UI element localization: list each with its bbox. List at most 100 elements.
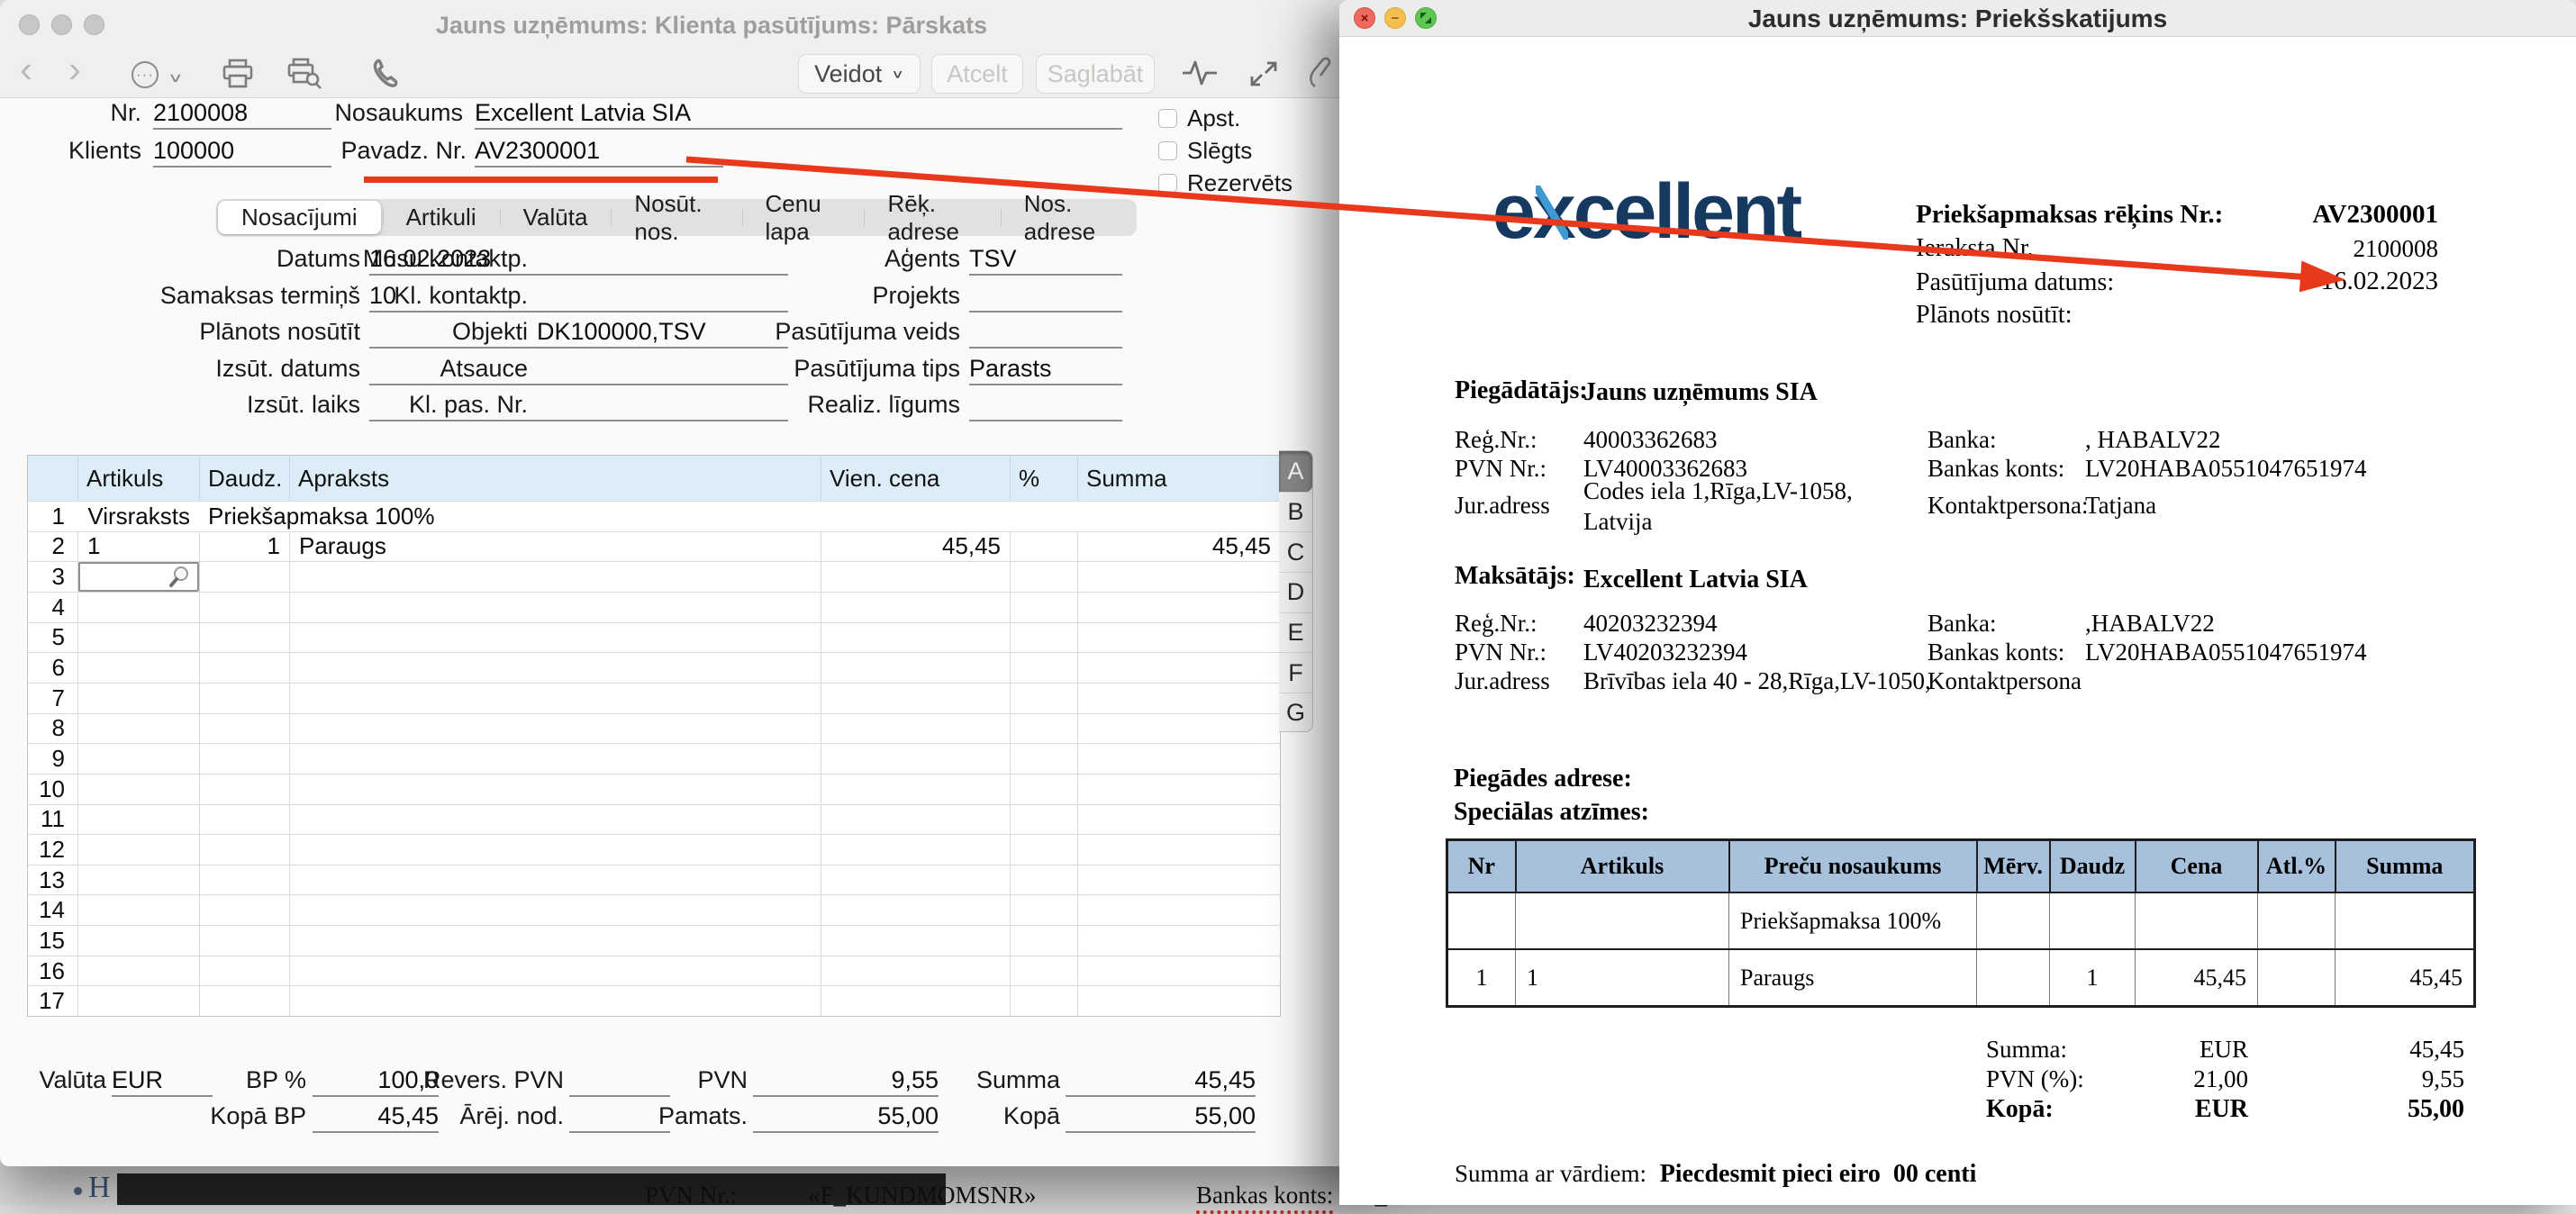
tab-radrese[interactable]: Rēķ. adrese xyxy=(864,201,1000,234)
grid-cell-heading-text[interactable]: Priekšapmaksa 100% xyxy=(199,502,1280,531)
grid-cell-daudz[interactable] xyxy=(199,956,289,986)
grid-row[interactable]: 7 xyxy=(28,683,1280,713)
grid-row[interactable]: 11 xyxy=(28,804,1280,835)
tab-nosacjumi[interactable]: Nosacījumi xyxy=(218,201,381,234)
field-input[interactable]: TSV xyxy=(969,243,1122,276)
grid-cell-summa[interactable] xyxy=(1077,895,1280,925)
tab-artikuli[interactable]: Artikuli xyxy=(383,201,500,234)
grid-cell-daudz[interactable] xyxy=(199,744,289,774)
grid-row[interactable]: 15 xyxy=(28,925,1280,956)
grid-row[interactable]: 4 xyxy=(28,592,1280,622)
back-icon[interactable]: ‹ xyxy=(20,50,32,88)
grid-cell-apraksts[interactable] xyxy=(289,684,821,713)
grid-cell-artikuls[interactable] xyxy=(77,926,199,956)
grid-cell-vien-cena[interactable] xyxy=(821,986,1010,1016)
grid-cell-apraksts[interactable] xyxy=(289,744,821,774)
grid-cell-pct[interactable] xyxy=(1010,562,1077,592)
grid-row[interactable]: 13 xyxy=(28,865,1280,895)
grid-cell-pct[interactable] xyxy=(1010,835,1077,865)
grid-cell-artikuls[interactable] xyxy=(77,775,199,804)
grid-flip-tab-a[interactable]: A xyxy=(1279,451,1312,492)
grid-cell-daudz[interactable]: 1 xyxy=(199,532,289,562)
grid-flip-tab-c[interactable]: C xyxy=(1279,531,1312,572)
grid-row[interactable]: 6 xyxy=(28,652,1280,683)
grid-cell-summa[interactable] xyxy=(1077,593,1280,622)
expand-icon[interactable] xyxy=(1248,59,1279,93)
grid-cell-summa[interactable]: 45,45 xyxy=(1077,532,1280,562)
grid-cell-vien-cena[interactable] xyxy=(821,926,1010,956)
grid-cell-vien-cena[interactable] xyxy=(821,895,1010,925)
grid-cell-summa[interactable] xyxy=(1077,956,1280,986)
grid-cell-summa[interactable] xyxy=(1077,926,1280,956)
grid-row[interactable]: 3 xyxy=(28,561,1280,592)
grid-cell-pct[interactable] xyxy=(1010,986,1077,1016)
total-field[interactable]: 45,45 xyxy=(1066,1065,1256,1097)
grid-cell-summa[interactable] xyxy=(1077,865,1280,895)
grid-cell-daudz[interactable] xyxy=(199,895,289,925)
grid-row[interactable]: 8 xyxy=(28,713,1280,744)
grid-row[interactable]: 211Paraugs45,4545,45 xyxy=(28,531,1280,562)
grid-cell-pct[interactable] xyxy=(1010,926,1077,956)
grid-cell-vien-cena[interactable] xyxy=(821,562,1010,592)
grid-row[interactable]: 5 xyxy=(28,622,1280,653)
grid-cell-summa[interactable] xyxy=(1077,775,1280,804)
order-lines-grid[interactable]: ArtikulsDaudz.AprakstsVien. cena%Summa 1… xyxy=(27,455,1281,1017)
grid-cell-artikuls[interactable] xyxy=(77,684,199,713)
tab-nostnos[interactable]: Nosūt. nos. xyxy=(611,201,741,234)
grid-cell-summa[interactable] xyxy=(1077,623,1280,653)
grid-cell-vien-cena[interactable] xyxy=(821,865,1010,895)
grid-cell-daudz[interactable] xyxy=(199,865,289,895)
grid-cell-artikuls[interactable] xyxy=(77,986,199,1016)
grid-cell-heading-type[interactable]: Virsraksts xyxy=(77,502,199,531)
focused-cell[interactable] xyxy=(78,562,199,592)
grid-cell-summa[interactable] xyxy=(1077,744,1280,774)
grid-cell-apraksts[interactable] xyxy=(289,775,821,804)
total-field[interactable]: 55,00 xyxy=(1066,1101,1256,1133)
grid-cell-daudz[interactable] xyxy=(199,714,289,744)
grid-flip-tab-g[interactable]: G xyxy=(1279,693,1312,732)
grid-cell-pct[interactable] xyxy=(1010,623,1077,653)
print-preview-icon[interactable] xyxy=(286,58,322,95)
field-input[interactable] xyxy=(969,389,1122,421)
grid-cell-pct[interactable] xyxy=(1010,532,1077,562)
grid-cell-apraksts[interactable] xyxy=(289,623,821,653)
grid-cell-artikuls[interactable] xyxy=(77,623,199,653)
grid-cell-apraksts[interactable] xyxy=(289,835,821,865)
grid-cell-apraksts[interactable] xyxy=(289,805,821,835)
tab-valta[interactable]: Valūta xyxy=(500,201,612,234)
grid-cell-apraksts[interactable] xyxy=(289,895,821,925)
grid-flip-tab-d[interactable]: D xyxy=(1279,572,1312,612)
field-input[interactable] xyxy=(969,316,1122,349)
tab-cenulapa[interactable]: Cenu lapa xyxy=(742,201,865,234)
checkbox[interactable] xyxy=(1158,174,1177,193)
grid-cell-summa[interactable] xyxy=(1077,653,1280,683)
grid-cell-vien-cena[interactable]: 45,45 xyxy=(821,532,1010,562)
grid-row[interactable]: 17 xyxy=(28,985,1280,1016)
tab-nosadrese[interactable]: Nos. adrese xyxy=(1001,201,1137,234)
grid-cell-apraksts[interactable] xyxy=(289,956,821,986)
grid-cell-daudz[interactable] xyxy=(199,653,289,683)
grid-flip-tab-e[interactable]: E xyxy=(1279,612,1312,653)
grid-row[interactable]: 9 xyxy=(28,743,1280,774)
grid-cell-daudz[interactable] xyxy=(199,835,289,865)
grid-cell-summa[interactable] xyxy=(1077,562,1280,592)
grid-cell-daudz[interactable] xyxy=(199,986,289,1016)
grid-cell-daudz[interactable] xyxy=(199,593,289,622)
grid-cell-vien-cena[interactable] xyxy=(821,805,1010,835)
grid-cell-apraksts[interactable] xyxy=(289,926,821,956)
grid-cell-vien-cena[interactable] xyxy=(821,593,1010,622)
grid-row[interactable]: 14 xyxy=(28,894,1280,925)
grid-cell-daudz[interactable] xyxy=(199,562,289,592)
grid-cell-artikuls[interactable] xyxy=(77,835,199,865)
grid-cell-artikuls[interactable] xyxy=(77,562,199,592)
grid-cell-pct[interactable] xyxy=(1010,895,1077,925)
grid-cell-pct[interactable] xyxy=(1010,744,1077,774)
grid-row[interactable]: 16 xyxy=(28,956,1280,986)
grid-cell-apraksts[interactable] xyxy=(289,562,821,592)
grid-cell-pct[interactable] xyxy=(1010,653,1077,683)
grid-cell-pct[interactable] xyxy=(1010,684,1077,713)
grid-cell-pct[interactable] xyxy=(1010,593,1077,622)
grid-cell-apraksts[interactable] xyxy=(289,653,821,683)
grid-flip-tab-b[interactable]: B xyxy=(1279,492,1312,532)
checkbox[interactable] xyxy=(1158,109,1177,128)
